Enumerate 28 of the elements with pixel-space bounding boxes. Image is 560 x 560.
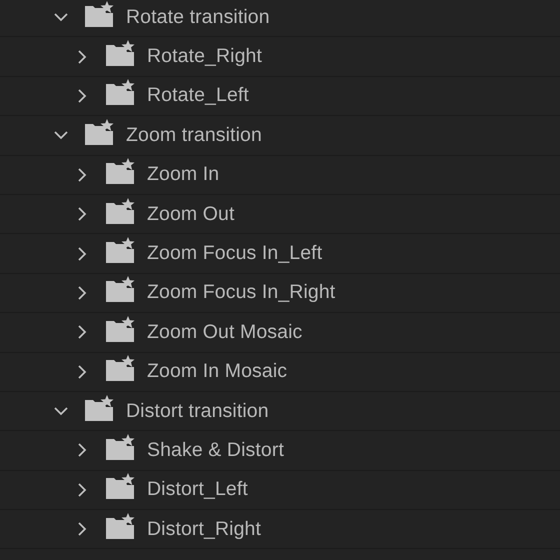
folder-label[interactable]: Zoom transition (126, 124, 262, 147)
folder-star-icon (84, 118, 115, 146)
folder-star-icon (84, 0, 115, 28)
folder-star-icon (105, 276, 136, 304)
folder-label[interactable]: Distort_Right (147, 518, 262, 541)
folder-star-icon (105, 316, 136, 343)
folder-label[interactable]: Zoom Focus In_Left (147, 242, 322, 266)
folder-label[interactable]: Shake & Distort (147, 438, 284, 462)
folder-star-icon (84, 394, 115, 422)
folder-label[interactable]: Distort transition (126, 400, 269, 423)
folder-star-icon (105, 434, 136, 461)
folder-star-icon (105, 237, 136, 264)
folder-star-icon (105, 473, 136, 500)
folder-label[interactable]: Rotate_Left (147, 84, 249, 108)
folder-star-icon (105, 198, 136, 225)
folder-star-icon (105, 79, 136, 106)
folder-label[interactable]: Zoom Out (147, 202, 234, 226)
folder-star-icon (105, 355, 136, 382)
folder-label[interactable]: Zoom Out Mosaic (147, 320, 302, 344)
folder-star-icon (105, 512, 136, 540)
folder-label[interactable]: Zoom In (147, 163, 220, 186)
folder-label[interactable]: Zoom In Mosaic (147, 360, 288, 384)
folder-star-icon (105, 40, 136, 68)
folder-label[interactable]: Rotate_Right (147, 45, 262, 68)
folder-star-icon (105, 158, 136, 186)
folder-label[interactable]: Zoom Focus In_Right (147, 281, 336, 304)
folder-label[interactable]: Distort_Left (147, 478, 248, 502)
folder-label[interactable]: Rotate transition (126, 6, 270, 29)
